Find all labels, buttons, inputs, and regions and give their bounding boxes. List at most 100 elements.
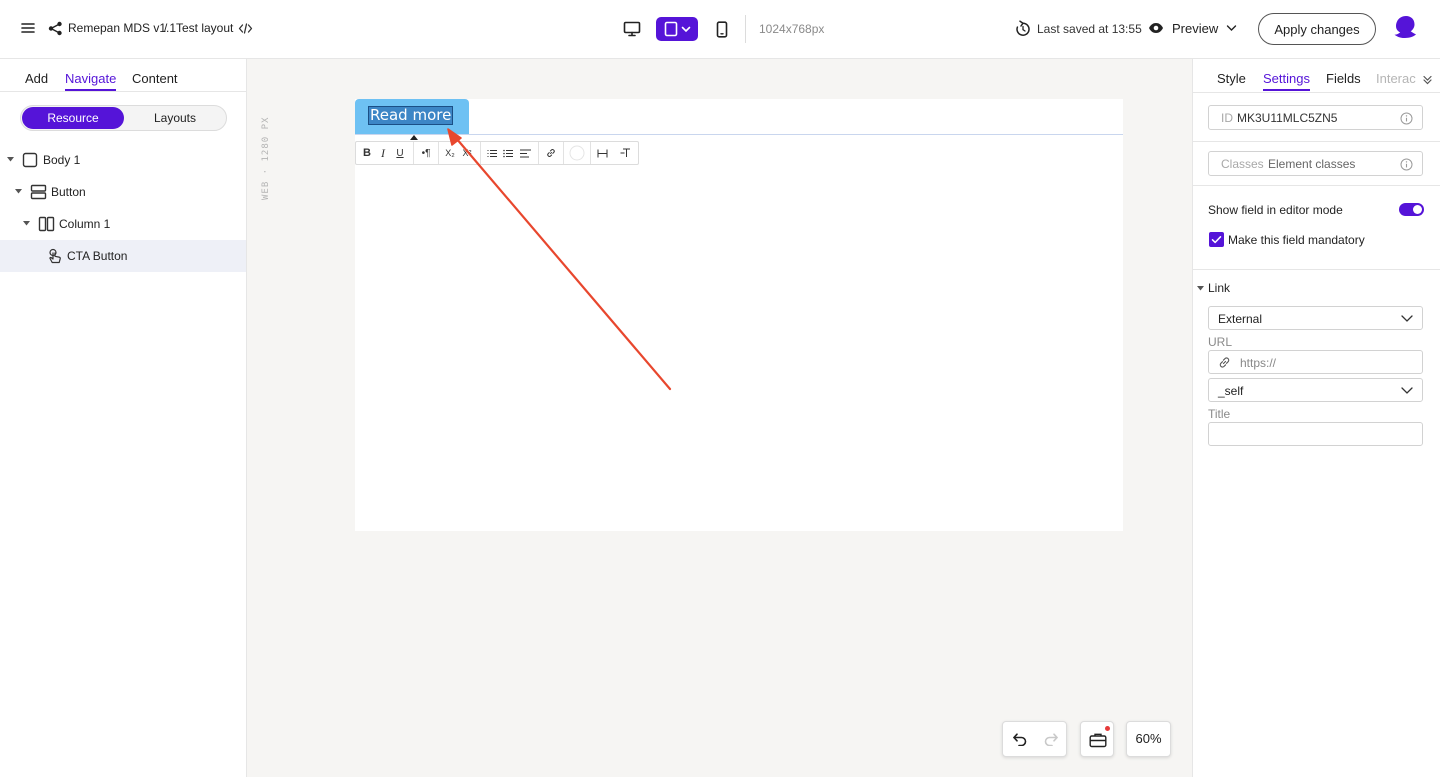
divider <box>1193 141 1440 142</box>
info-icon[interactable] <box>1400 158 1413 171</box>
link-icon <box>1219 357 1230 368</box>
tab-add[interactable]: Add <box>25 71 48 89</box>
tablet-view-button[interactable] <box>656 17 698 41</box>
id-value: MK3U11MLC5ZN5 <box>1237 111 1338 125</box>
chevrons-right-icon[interactable] <box>1423 75 1432 85</box>
tree-item-cta-button[interactable]: CTA Button <box>0 240 246 272</box>
title-input[interactable] <box>1208 422 1423 446</box>
mobile-view-button[interactable] <box>710 17 734 41</box>
resource-layouts-toggle: Resource Layouts <box>20 105 227 131</box>
breadcrumb-separator: / <box>164 21 168 35</box>
redo-icon[interactable] <box>1043 732 1059 746</box>
code-icon[interactable] <box>238 22 253 35</box>
undo-icon[interactable] <box>1012 732 1028 746</box>
right-panel: Style Settings Fields Interac ID MK3U11M… <box>1192 59 1440 777</box>
caret-down-icon[interactable] <box>23 221 30 226</box>
classes-placeholder: Element classes <box>1268 157 1356 171</box>
caret-down-icon[interactable] <box>15 189 22 194</box>
tablet-icon <box>664 21 677 37</box>
tree-item-button[interactable]: Button <box>0 176 246 208</box>
cta-button-element[interactable]: Read more <box>355 99 469 134</box>
eye-icon <box>1149 23 1163 33</box>
user-avatar-icon[interactable] <box>1391 14 1417 40</box>
tab-interactions[interactable]: Interac <box>1376 71 1416 89</box>
superscript-icon[interactable]: X² <box>460 142 474 164</box>
check-icon <box>1211 236 1222 244</box>
link-type-select[interactable]: External <box>1208 306 1423 330</box>
link-type-value: External <box>1218 312 1263 326</box>
resource-segment[interactable]: Resource <box>22 107 124 129</box>
tree-item-label: Column 1 <box>59 217 111 231</box>
unordered-list-icon[interactable] <box>502 142 514 164</box>
id-key: ID <box>1221 111 1233 125</box>
toolbar-divider <box>745 15 746 43</box>
briefcase-icon <box>1089 733 1107 748</box>
paragraph-icon[interactable]: •¶ <box>419 142 433 164</box>
tree-item-label: CTA Button <box>67 249 128 263</box>
tree-item-label: Body 1 <box>43 153 81 167</box>
url-input[interactable]: https:// <box>1208 350 1423 374</box>
breadcrumb-layout[interactable]: Test layout <box>176 21 233 35</box>
toolbar-divider <box>480 142 481 164</box>
cta-button-text[interactable]: Read more <box>367 106 454 125</box>
menu-icon[interactable] <box>19 19 37 37</box>
caret-down-icon[interactable] <box>1197 286 1204 291</box>
apply-changes-button[interactable]: Apply changes <box>1258 13 1376 45</box>
caret-down-icon[interactable] <box>7 157 14 162</box>
show-field-toggle[interactable] <box>1399 203 1424 216</box>
undo-redo-group <box>1002 721 1067 757</box>
link-icon[interactable] <box>544 142 557 164</box>
preview-button[interactable]: Preview <box>1172 21 1218 36</box>
selection-line <box>355 134 1123 135</box>
mandatory-checkbox[interactable] <box>1209 232 1224 247</box>
breadcrumb-project[interactable]: Remepan MDS v1.1 <box>68 21 176 35</box>
tree-item-body[interactable]: Body 1 <box>0 144 246 176</box>
tree-item-column[interactable]: Column 1 <box>0 208 246 240</box>
italic-icon[interactable]: I <box>377 142 389 164</box>
tabs-divider <box>1193 92 1440 93</box>
width-icon[interactable] <box>595 142 609 164</box>
square-icon <box>22 152 38 168</box>
underline-icon[interactable]: U <box>394 142 406 164</box>
tab-content[interactable]: Content <box>132 71 178 89</box>
desktop-view-button[interactable] <box>620 17 644 41</box>
chevron-down-icon <box>1401 315 1413 322</box>
subscript-icon[interactable]: X₂ <box>443 142 457 164</box>
tab-navigate[interactable]: Navigate <box>65 71 117 91</box>
page-frame[interactable]: Read more B I U •¶ X₂ X² <box>355 99 1123 531</box>
last-saved-status: Last saved at 13:55 <box>1037 22 1142 36</box>
mandatory-label: Make this field mandatory <box>1228 233 1365 247</box>
info-icon[interactable] <box>1400 112 1413 125</box>
tab-style[interactable]: Style <box>1217 71 1246 89</box>
viewport-tag: WEB · 1280 PX <box>261 117 271 201</box>
tabs-divider <box>0 91 246 92</box>
toolbar-divider <box>538 142 539 164</box>
classes-key: Classes <box>1221 157 1264 171</box>
history-icon[interactable] <box>1015 20 1031 37</box>
bold-icon[interactable]: B <box>360 142 374 164</box>
clear-format-icon[interactable] <box>618 142 632 164</box>
title-label: Title <box>1208 407 1231 421</box>
classes-field[interactable]: Classes Element classes <box>1208 151 1423 176</box>
share-icon <box>48 21 62 36</box>
chevron-down-icon <box>681 26 690 33</box>
toolbar-divider <box>590 142 591 164</box>
tab-fields[interactable]: Fields <box>1326 71 1361 89</box>
left-panel: Add Navigate Content Resource Layouts Bo… <box>0 59 247 777</box>
desktop-icon <box>623 21 641 37</box>
tab-settings[interactable]: Settings <box>1263 71 1310 91</box>
url-label: URL <box>1208 335 1233 349</box>
id-field[interactable]: ID MK3U11MLC5ZN5 <box>1208 105 1423 130</box>
zoom-level-button[interactable]: 60% <box>1126 721 1171 757</box>
color-picker-icon[interactable] <box>568 142 586 164</box>
layouts-segment[interactable]: Layouts <box>125 107 225 129</box>
editor-canvas[interactable]: WEB · 1280 PX Read more B I U •¶ X₂ X² 6… <box>247 59 1192 777</box>
ordered-list-icon[interactable] <box>486 142 498 164</box>
columns-icon <box>38 216 55 232</box>
link-section-title[interactable]: Link <box>1208 281 1230 295</box>
align-left-icon[interactable] <box>519 142 531 164</box>
chevron-down-icon[interactable] <box>1226 24 1237 32</box>
briefcase-button[interactable] <box>1080 721 1114 757</box>
toolbar-divider <box>413 142 414 164</box>
target-select[interactable]: _self <box>1208 378 1423 402</box>
